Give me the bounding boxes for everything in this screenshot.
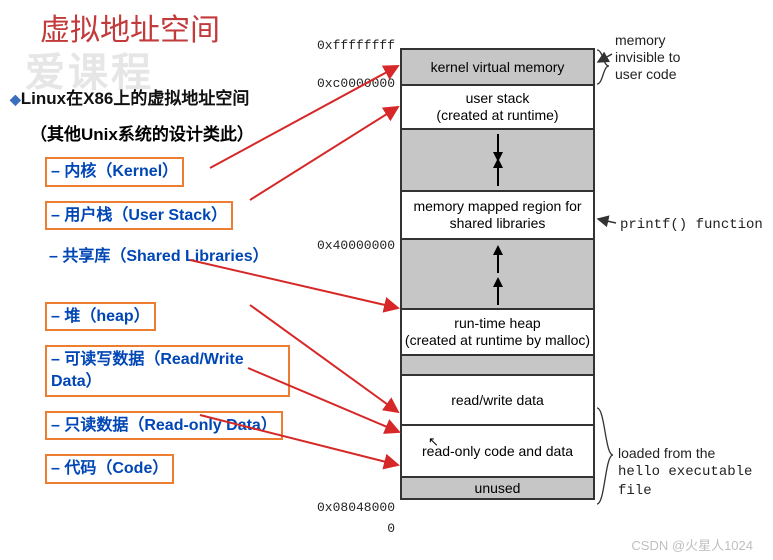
seg-kernel: kernel virtual memory (402, 50, 593, 86)
bullet-kernel: – 内核（Kernel） (45, 157, 184, 187)
seg-gap-2 (402, 240, 593, 310)
label-mem-invisible: memory invisible to user code (615, 32, 680, 82)
bullet-diamond-icon: ◆ (10, 91, 21, 107)
bullet-ro-data: – 只读数据（Read-only Data） (45, 411, 283, 441)
bullet-shared-lib: – 共享库（Shared Libraries） (45, 244, 290, 270)
arrow-up-icon (491, 276, 505, 308)
arrow-up-icon (491, 244, 505, 276)
seg-heap: run-time heap (created at runtime by mal… (402, 310, 593, 356)
main-heading: ◆Linux在X86上的虚拟地址空间 (10, 84, 249, 109)
sub-heading: （其他Unix系统的设计类此） (30, 120, 254, 145)
csdn-watermark: CSDN @火星人1024 (631, 535, 753, 554)
addr-top: 0xffffffff (310, 38, 395, 53)
seg-user-stack: user stack (created at runtime) (402, 86, 593, 130)
seg-mmap: memory mapped region for shared librarie… (402, 192, 593, 240)
bullet-code: – 代码（Code） (45, 454, 174, 484)
label-loaded-from: loaded from the hello executable file (618, 445, 773, 499)
seg-gap-1 (402, 130, 593, 192)
addr-08048000: 0x08048000 (310, 500, 395, 515)
bullet-list: – 内核（Kernel） – 用户栈（User Stack） – 共享库（Sha… (45, 150, 290, 491)
addr-c0000000: 0xc0000000 (310, 76, 395, 91)
bullet-heap: – 堆（heap） (45, 302, 156, 332)
cursor-icon: ↖ (428, 434, 439, 450)
memory-layout: kernel virtual memory user stack (create… (400, 48, 595, 500)
addr-40000000: 0x40000000 (310, 238, 395, 253)
seg-gap-3 (402, 356, 593, 376)
arrow-up-icon (491, 157, 505, 189)
seg-rw-data: read/write data (402, 376, 593, 426)
label-printf: printf() function (620, 217, 763, 234)
seg-unused: unused (402, 478, 593, 500)
bullet-user-stack: – 用户栈（User Stack） (45, 201, 233, 231)
bullet-rw-data: – 可读写数据（Read/Write Data） (45, 345, 290, 396)
addr-zero: 0 (310, 521, 395, 536)
